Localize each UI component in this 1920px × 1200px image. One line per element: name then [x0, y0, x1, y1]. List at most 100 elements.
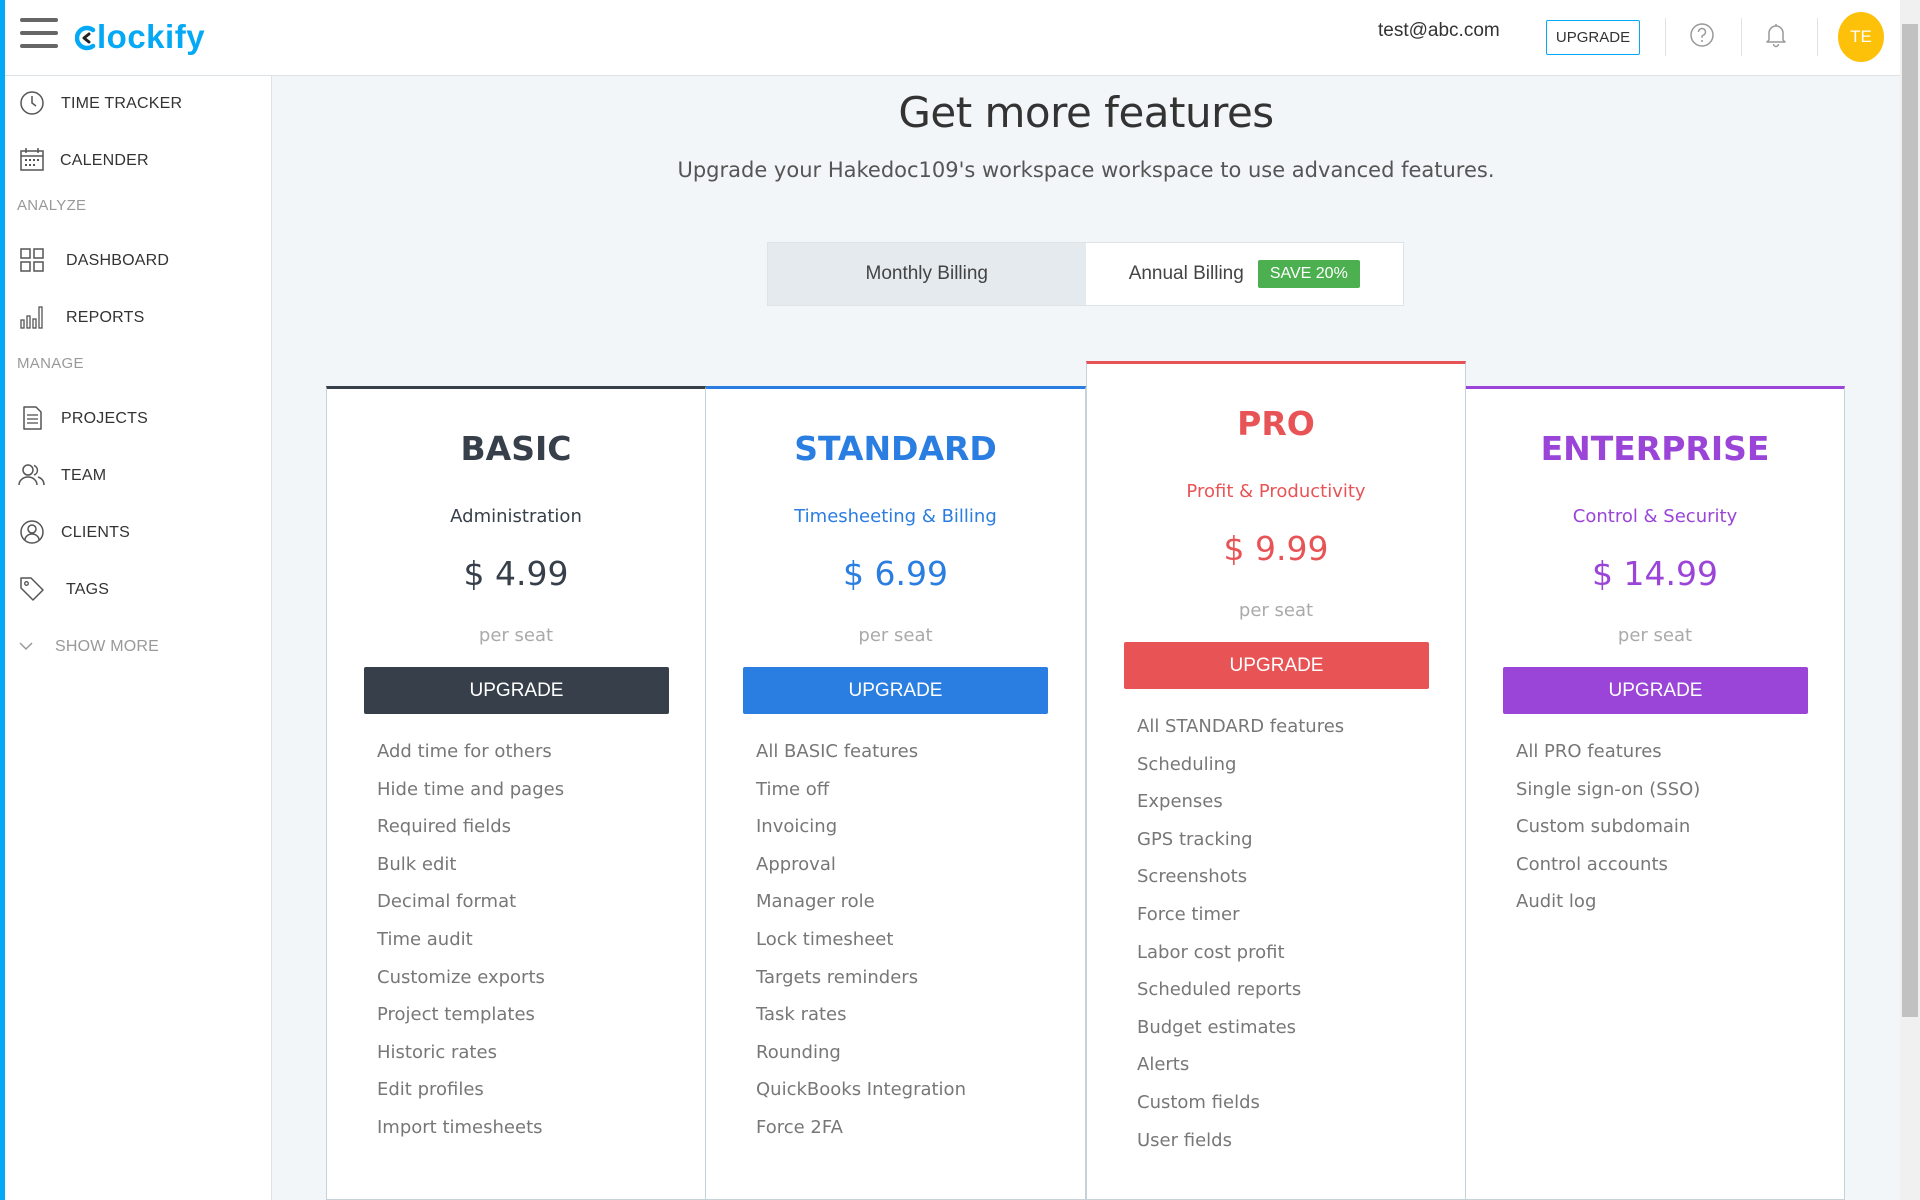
plan-upgrade-button[interactable]: UPGRADE	[743, 667, 1048, 714]
plan-upgrade-button[interactable]: UPGRADE	[364, 667, 669, 714]
feature-item: Historic rates	[377, 1041, 497, 1063]
sidebar-item-label: PROJECTS	[61, 410, 148, 427]
feature-item: All BASIC features	[756, 741, 919, 762]
sidebar-item-label: TIME TRACKER	[61, 95, 183, 112]
feature-item: Budget estimates	[1137, 1016, 1297, 1038]
sidebar-item-label: TAGS	[66, 581, 110, 598]
feature-list: All PRO features Single sign-on (SSO) Cu…	[1516, 733, 1700, 921]
sidebar-item-team[interactable]: TEAM	[5, 450, 271, 502]
app-accent-strip	[0, 0, 5, 1200]
plan-per-seat: per seat	[478, 625, 554, 646]
plan-price: $ 4.99	[463, 554, 569, 593]
plan-card-standard: STANDARD Timesheeting & Billing $ 6.99 p…	[706, 386, 1086, 1200]
plan-card-enterprise: ENTERPRISE Control & Security $ 14.99 pe…	[1465, 386, 1845, 1200]
feature-item: All STANDARD features	[1137, 716, 1345, 737]
sidebar-item-projects[interactable]: PROJECTS	[5, 393, 271, 445]
dashboard-icon	[17, 245, 47, 275]
hamburger-menu-icon[interactable]	[20, 18, 58, 52]
user-email: test@abc.com	[1378, 20, 1500, 41]
feature-item: Import timesheets	[377, 1116, 543, 1138]
page-title: Get more features	[898, 88, 1274, 137]
header-divider	[1665, 18, 1666, 56]
feature-item: Custom subdomain	[1516, 816, 1691, 838]
feature-item: Required fields	[377, 816, 512, 838]
tag-icon	[17, 574, 47, 604]
logo-mark-icon	[74, 18, 97, 56]
annual-billing-label: Annual Billing	[1128, 263, 1244, 284]
plan-per-seat: per seat	[1617, 625, 1693, 646]
plan-name: PRO	[1237, 404, 1315, 443]
feature-item: Scheduling	[1137, 753, 1237, 775]
annual-billing-option[interactable]: Annual Billing SAVE 20%	[1085, 243, 1403, 305]
feature-item: Custom fields	[1137, 1091, 1260, 1113]
feature-item: Hide time and pages	[377, 778, 565, 800]
help-icon[interactable]	[1687, 20, 1717, 50]
sidebar-show-more[interactable]: SHOW MORE	[5, 621, 271, 673]
feature-item: Lock timesheet	[756, 928, 894, 950]
show-more-label: SHOW MORE	[55, 638, 160, 655]
feature-item: All PRO features	[1516, 741, 1662, 762]
feature-item: Project templates	[377, 1004, 535, 1026]
feature-item: Rounding	[756, 1041, 841, 1063]
plan-name: BASIC	[460, 429, 572, 468]
sidebar-item-label: CLIENTS	[61, 524, 130, 541]
sidebar-item-time-tracker[interactable]: TIME TRACKER	[5, 78, 271, 130]
sidebar-item-calender[interactable]: CALENDER	[5, 135, 271, 187]
feature-item: Alerts	[1137, 1054, 1190, 1076]
calendar-icon	[17, 145, 47, 175]
plan-price: $ 9.99	[1223, 529, 1329, 568]
plan-upgrade-button[interactable]: UPGRADE	[1503, 667, 1808, 714]
clock-icon	[17, 88, 47, 118]
sidebar-item-label: CALENDER	[60, 152, 149, 169]
plan-per-seat: per seat	[858, 625, 933, 646]
feature-item: Control accounts	[1516, 853, 1668, 875]
plan-price: $ 6.99	[843, 554, 948, 593]
monthly-billing-label: Monthly Billing	[865, 263, 989, 284]
header-divider	[1741, 18, 1742, 56]
plan-name: STANDARD	[794, 429, 997, 468]
sidebar-item-label: REPORTS	[66, 309, 145, 326]
feature-item: Screenshots	[1137, 866, 1248, 888]
sidebar-item-clients[interactable]: CLIENTS	[5, 507, 271, 559]
feature-item: GPS tracking	[1137, 828, 1253, 850]
feature-item: Scheduled reports	[1137, 979, 1302, 1001]
user-avatar[interactable]: TE	[1838, 12, 1884, 62]
clockify-logo[interactable]: lockify	[74, 18, 206, 56]
monthly-billing-option[interactable]: Monthly Billing	[768, 243, 1086, 305]
feature-list: All STANDARD features Scheduling Expense…	[1137, 708, 1344, 1159]
plan-upgrade-button[interactable]: UPGRADE	[1124, 642, 1429, 689]
team-icon	[17, 460, 47, 490]
feature-item: Expenses	[1137, 791, 1223, 813]
feature-item: Edit profiles	[377, 1079, 484, 1101]
plan-per-seat: per seat	[1238, 600, 1314, 621]
plan-price: $ 14.99	[1592, 554, 1718, 593]
feature-item: Bulk edit	[377, 853, 457, 875]
feature-item: User fields	[1137, 1129, 1232, 1151]
logo-text: lockify	[97, 18, 206, 55]
sidebar-item-tags[interactable]: TAGS	[5, 564, 271, 616]
plan-tagline: Administration	[450, 506, 582, 527]
feature-item: Labor cost profit	[1137, 941, 1285, 963]
page-subtitle: Upgrade your Hakedoc109's workspace work…	[677, 158, 1495, 182]
client-icon	[17, 517, 47, 547]
feature-item: QuickBooks Integration	[756, 1079, 966, 1101]
vertical-scrollbar[interactable]	[1900, 0, 1920, 1200]
sidebar: TIME TRACKER CALENDER ANALYZE DASHBOARD …	[5, 76, 272, 1200]
sidebar-item-label: TEAM	[61, 467, 107, 484]
feature-item: Force timer	[1137, 903, 1240, 925]
feature-item: Single sign-on (SSO)	[1516, 778, 1701, 800]
sidebar-item-dashboard[interactable]: DASHBOARD	[5, 235, 271, 287]
notification-bell-icon[interactable]	[1761, 20, 1791, 50]
sidebar-item-reports[interactable]: REPORTS	[5, 292, 271, 344]
feature-item: Decimal format	[377, 891, 517, 913]
billing-toggle: Monthly Billing Annual Billing SAVE 20%	[767, 242, 1404, 306]
header-upgrade-button[interactable]: UPGRADE	[1546, 20, 1640, 55]
plan-name: ENTERPRISE	[1540, 429, 1770, 468]
feature-item: Time audit	[377, 928, 473, 950]
feature-list: All BASIC features Time off Invoicing Ap…	[756, 733, 966, 1147]
top-header: lockify test@abc.com UPGRADE TE	[0, 0, 1920, 76]
plan-card-pro: PRO Profit & Productivity $ 9.99 per sea…	[1086, 361, 1466, 1200]
scrollbar-thumb[interactable]	[1902, 24, 1918, 1017]
section-label-analyze: ANALYZE	[17, 197, 87, 214]
header-divider	[1817, 18, 1818, 56]
